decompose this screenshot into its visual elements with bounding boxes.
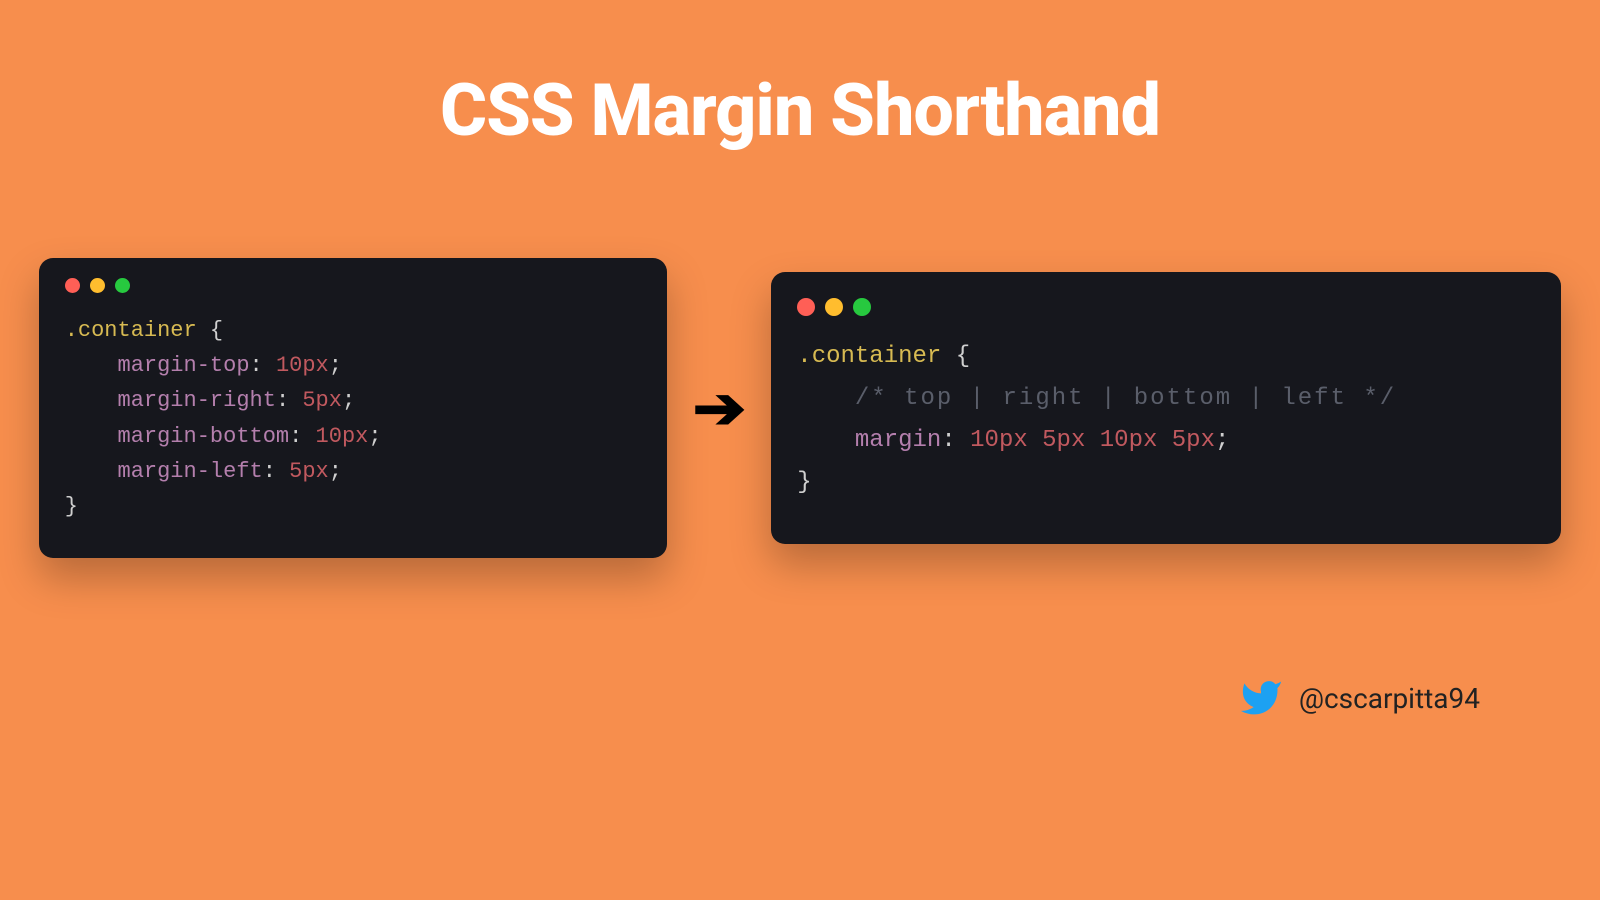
css-comment: /* top | right | bottom | left */ (855, 385, 1396, 412)
close-icon (797, 298, 815, 316)
css-value: 10px (276, 353, 329, 378)
maximize-icon (853, 298, 871, 316)
css-property: margin-bottom (118, 424, 290, 449)
arrow-icon: ➔ (692, 374, 745, 443)
css-value: 5px (302, 388, 342, 413)
minimize-icon (90, 278, 105, 293)
twitter-handle: @cscarpitta94 (1299, 682, 1480, 715)
css-property: margin-left (118, 459, 263, 484)
traffic-lights (65, 278, 641, 293)
css-property: margin-top (118, 353, 250, 378)
page-title: CSS Margin Shorthand (0, 0, 1600, 153)
minimize-icon (825, 298, 843, 316)
css-selector: .container (797, 343, 941, 370)
maximize-icon (115, 278, 130, 293)
traffic-lights (797, 298, 1535, 316)
brace-open: { (956, 343, 970, 370)
code-block: .container { /* top | right | bottom | l… (797, 336, 1535, 504)
css-value: 10px (316, 424, 369, 449)
css-property: margin-right (118, 388, 276, 413)
css-value: 10px 5px 10px 5px (970, 427, 1215, 454)
twitter-icon (1239, 676, 1283, 720)
css-value: 5px (289, 459, 329, 484)
panels-row: .container { margin-top: 10px; margin-ri… (0, 258, 1600, 558)
css-selector: .container (65, 318, 197, 343)
code-window-shorthand: .container { /* top | right | bottom | l… (771, 272, 1561, 544)
close-icon (65, 278, 80, 293)
code-window-longhand: .container { margin-top: 10px; margin-ri… (39, 258, 667, 558)
credit: @cscarpitta94 (1239, 676, 1480, 720)
brace-close: } (797, 469, 811, 496)
brace-close: } (65, 494, 78, 519)
css-property: margin (855, 427, 941, 454)
brace-open: { (210, 318, 223, 343)
code-block: .container { margin-top: 10px; margin-ri… (65, 313, 641, 524)
